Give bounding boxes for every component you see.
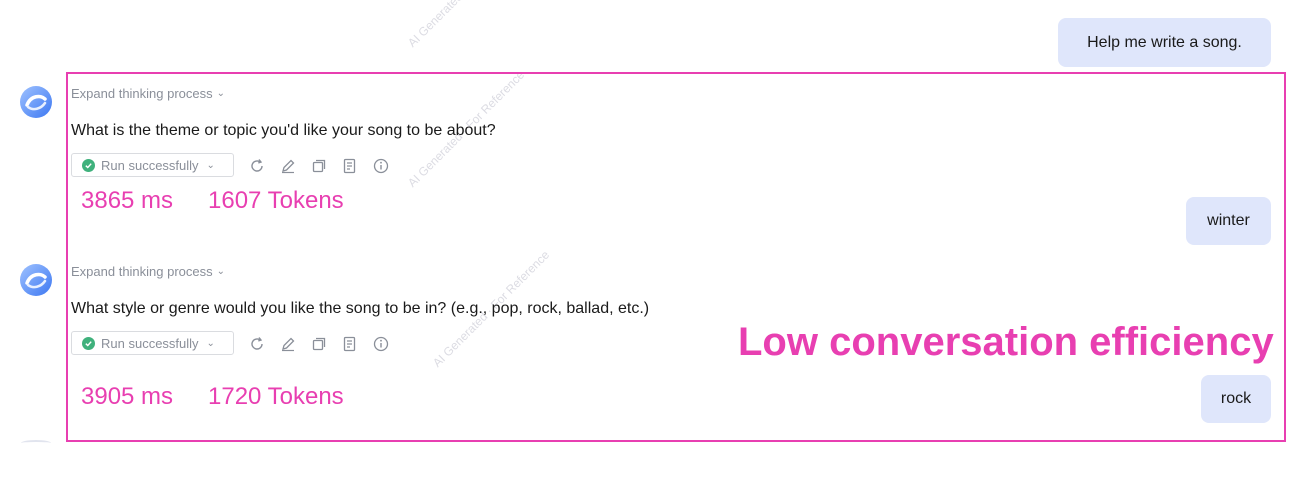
assistant-avatar [19,263,53,297]
user-message-text: Help me write a song. [1087,33,1242,51]
user-message: Help me write a song. [1058,18,1271,67]
annotation-highlight-box [66,72,1286,442]
annotation-label: Low conversation efficiency [738,320,1274,364]
assistant-avatar [21,440,51,446]
assistant-avatar [19,85,53,119]
watermark: AI Generated · For Reference [405,0,527,50]
